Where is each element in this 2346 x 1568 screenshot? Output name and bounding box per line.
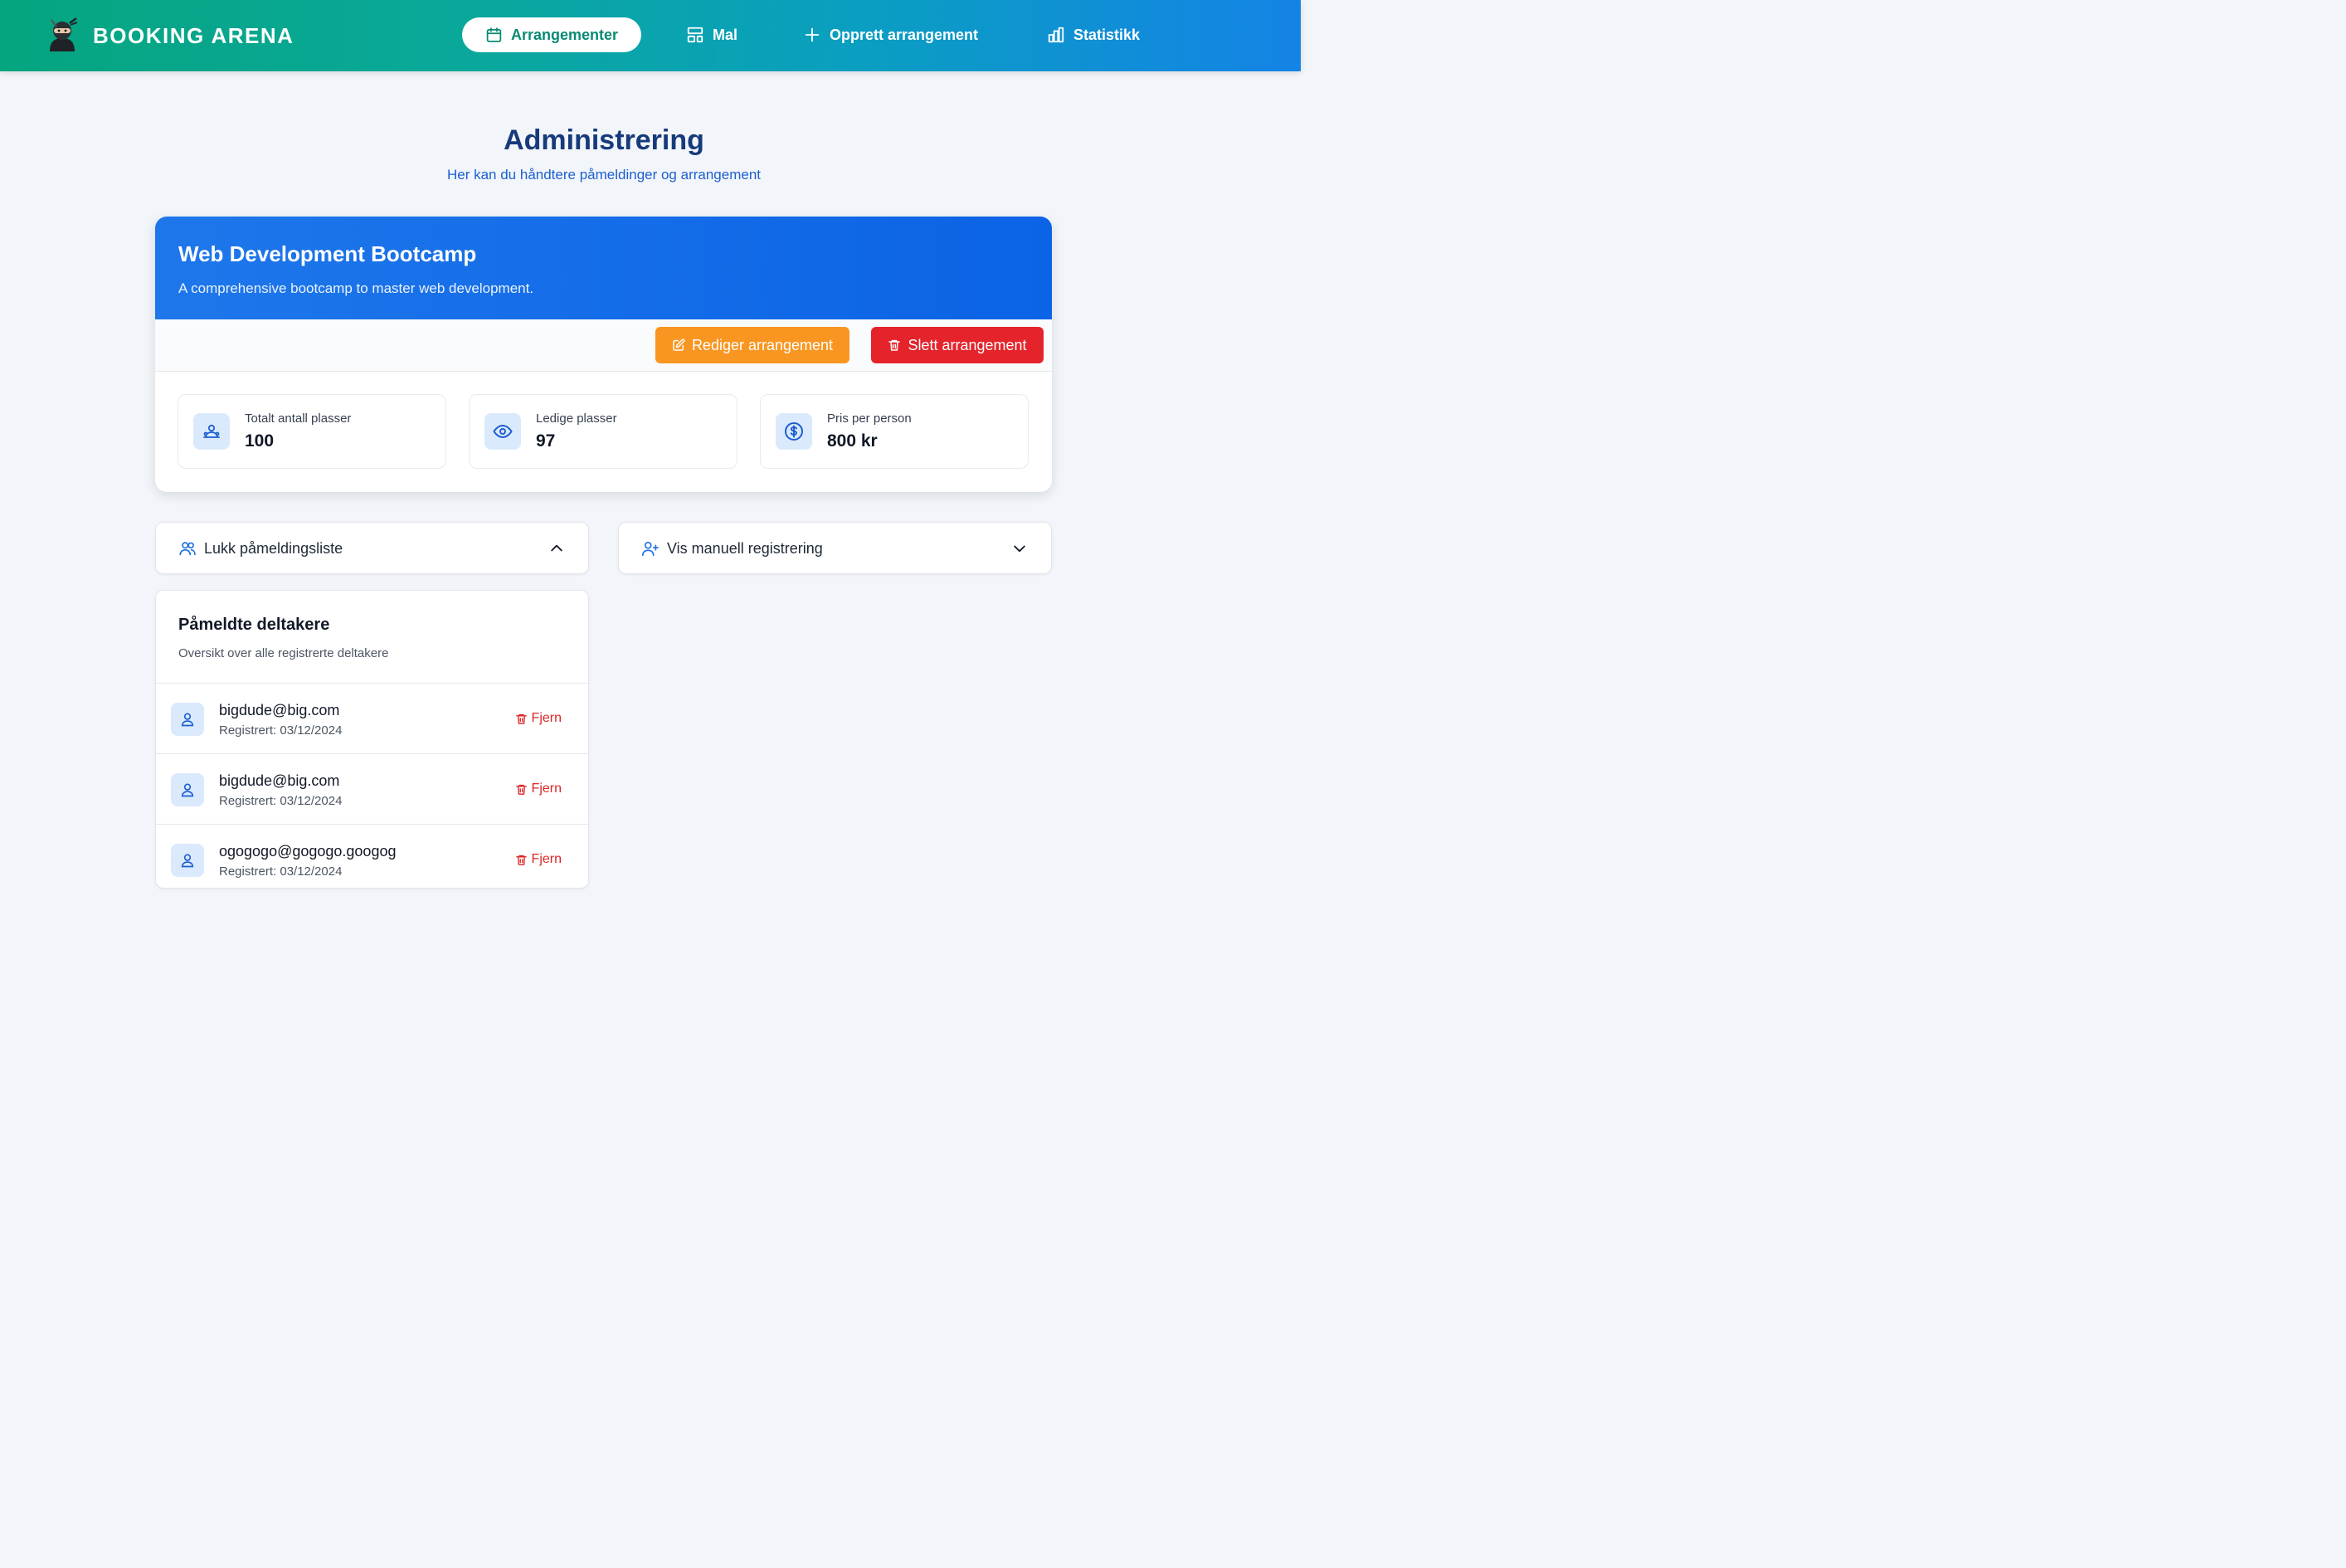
bar-chart-icon — [1048, 27, 1064, 43]
nav-opprett-arrangement[interactable]: Opprett arrangement — [803, 17, 978, 52]
participant-registered: Registrert: 03/12/2024 — [219, 864, 343, 879]
trash-icon — [888, 339, 901, 351]
remove-participant-button[interactable]: Fjern — [515, 852, 562, 867]
participant-registered: Registrert: 03/12/2024 — [219, 723, 343, 738]
participants-title: Påmeldte deltakere — [178, 616, 330, 634]
user-icon — [171, 703, 204, 736]
toggle-manual-registration[interactable]: Vis manuell registrering — [618, 522, 1052, 574]
toggle-participants-label: Lukk påmeldingsliste — [204, 540, 343, 557]
event-card: Web Development Bootcamp A comprehensive… — [155, 217, 1052, 492]
nav-statistikk-label: Statistikk — [1073, 26, 1141, 43]
ninja-icon — [45, 17, 80, 56]
nav-arrangementer-label: Arrangementer — [510, 26, 618, 43]
edit-event-button[interactable]: Rediger arrangement — [655, 327, 849, 363]
toggle-participants-list[interactable]: Lukk påmeldingsliste — [155, 522, 589, 574]
delete-event-label: Slett arrangement — [908, 336, 1027, 353]
event-actions: Rediger arrangement Slett arrangement — [155, 319, 1052, 372]
stat-available-seats: Ledige plasser 97 — [469, 394, 737, 469]
stat-price: Pris per person 800 kr — [760, 394, 1029, 469]
user-plus-icon — [642, 542, 659, 557]
event-title: Web Development Bootcamp — [178, 241, 477, 266]
page-subtitle: Her kan du håndtere påmeldinger og arran… — [446, 167, 762, 183]
remove-participant-button[interactable]: Fjern — [515, 711, 562, 726]
participant-row: bigdude@big.com Registrert: 03/12/2024 F… — [156, 754, 588, 825]
toggle-manual-label: Vis manuell registrering — [667, 540, 823, 557]
remove-label: Fjern — [531, 711, 562, 725]
participants-panel: Påmeldte deltakere Oversikt over alle re… — [155, 590, 589, 889]
template-icon — [687, 27, 703, 43]
plus-icon — [805, 27, 820, 42]
participants-subtitle: Oversikt over alle registrerte deltakere — [178, 646, 389, 660]
stat-total-seats-label: Totalt antall plasser — [245, 411, 352, 426]
event-description: A comprehensive bootcamp to master web d… — [178, 280, 534, 296]
top-navigation-bar: BOOKING ARENA Arrangementer Mal Opprett … — [0, 0, 1301, 71]
participant-email: ogogogo@gogogo.googog — [219, 843, 397, 859]
participant-email: bigdude@big.com — [219, 772, 340, 789]
participants-header: Påmeldte deltakere Oversikt over alle re… — [156, 591, 588, 684]
stat-total-seats-value: 100 — [245, 431, 275, 450]
remove-label: Fjern — [531, 782, 562, 796]
trash-icon — [515, 855, 527, 865]
nav-mal[interactable]: Mal — [686, 17, 737, 52]
page-title: Administrering — [504, 124, 704, 156]
remove-label: Fjern — [531, 852, 562, 866]
trash-icon — [515, 784, 527, 795]
nav-opprett-label: Opprett arrangement — [830, 26, 979, 43]
nav-mal-label: Mal — [713, 26, 738, 43]
chevron-up-icon — [551, 544, 562, 552]
participant-row: bigdude@big.com Registrert: 03/12/2024 F… — [156, 684, 588, 754]
participant-row: ogogogo@gogogo.googog Registrert: 03/12/… — [156, 825, 588, 888]
users-icon — [179, 542, 196, 556]
remove-participant-button[interactable]: Fjern — [515, 782, 562, 796]
participant-registered: Registrert: 03/12/2024 — [219, 794, 343, 808]
user-icon — [171, 844, 204, 877]
calendar-icon — [486, 27, 502, 42]
stat-total-seats: Totalt antall plasser 100 — [178, 394, 446, 469]
edit-event-label: Rediger arrangement — [691, 336, 834, 353]
user-icon — [171, 773, 204, 806]
eye-icon — [484, 413, 521, 450]
users-icon — [193, 413, 230, 450]
stat-price-value: 800 kr — [827, 431, 878, 450]
brand-name: BOOKING ARENA — [93, 22, 294, 48]
brand[interactable]: BOOKING ARENA — [45, 17, 294, 56]
chevron-down-icon — [1014, 545, 1025, 553]
stat-price-label: Pris per person — [827, 411, 912, 426]
participant-email: bigdude@big.com — [219, 702, 340, 718]
stat-available-seats-value: 97 — [536, 431, 556, 450]
edit-icon — [673, 338, 685, 351]
event-header: Web Development Bootcamp A comprehensive… — [155, 217, 1052, 319]
nav-statistikk[interactable]: Statistikk — [1047, 17, 1140, 52]
stat-available-seats-label: Ledige plasser — [536, 411, 617, 426]
nav-arrangementer[interactable]: Arrangementer — [462, 17, 641, 52]
dollar-icon — [776, 413, 812, 450]
delete-event-button[interactable]: Slett arrangement — [871, 327, 1044, 363]
trash-icon — [515, 713, 527, 724]
